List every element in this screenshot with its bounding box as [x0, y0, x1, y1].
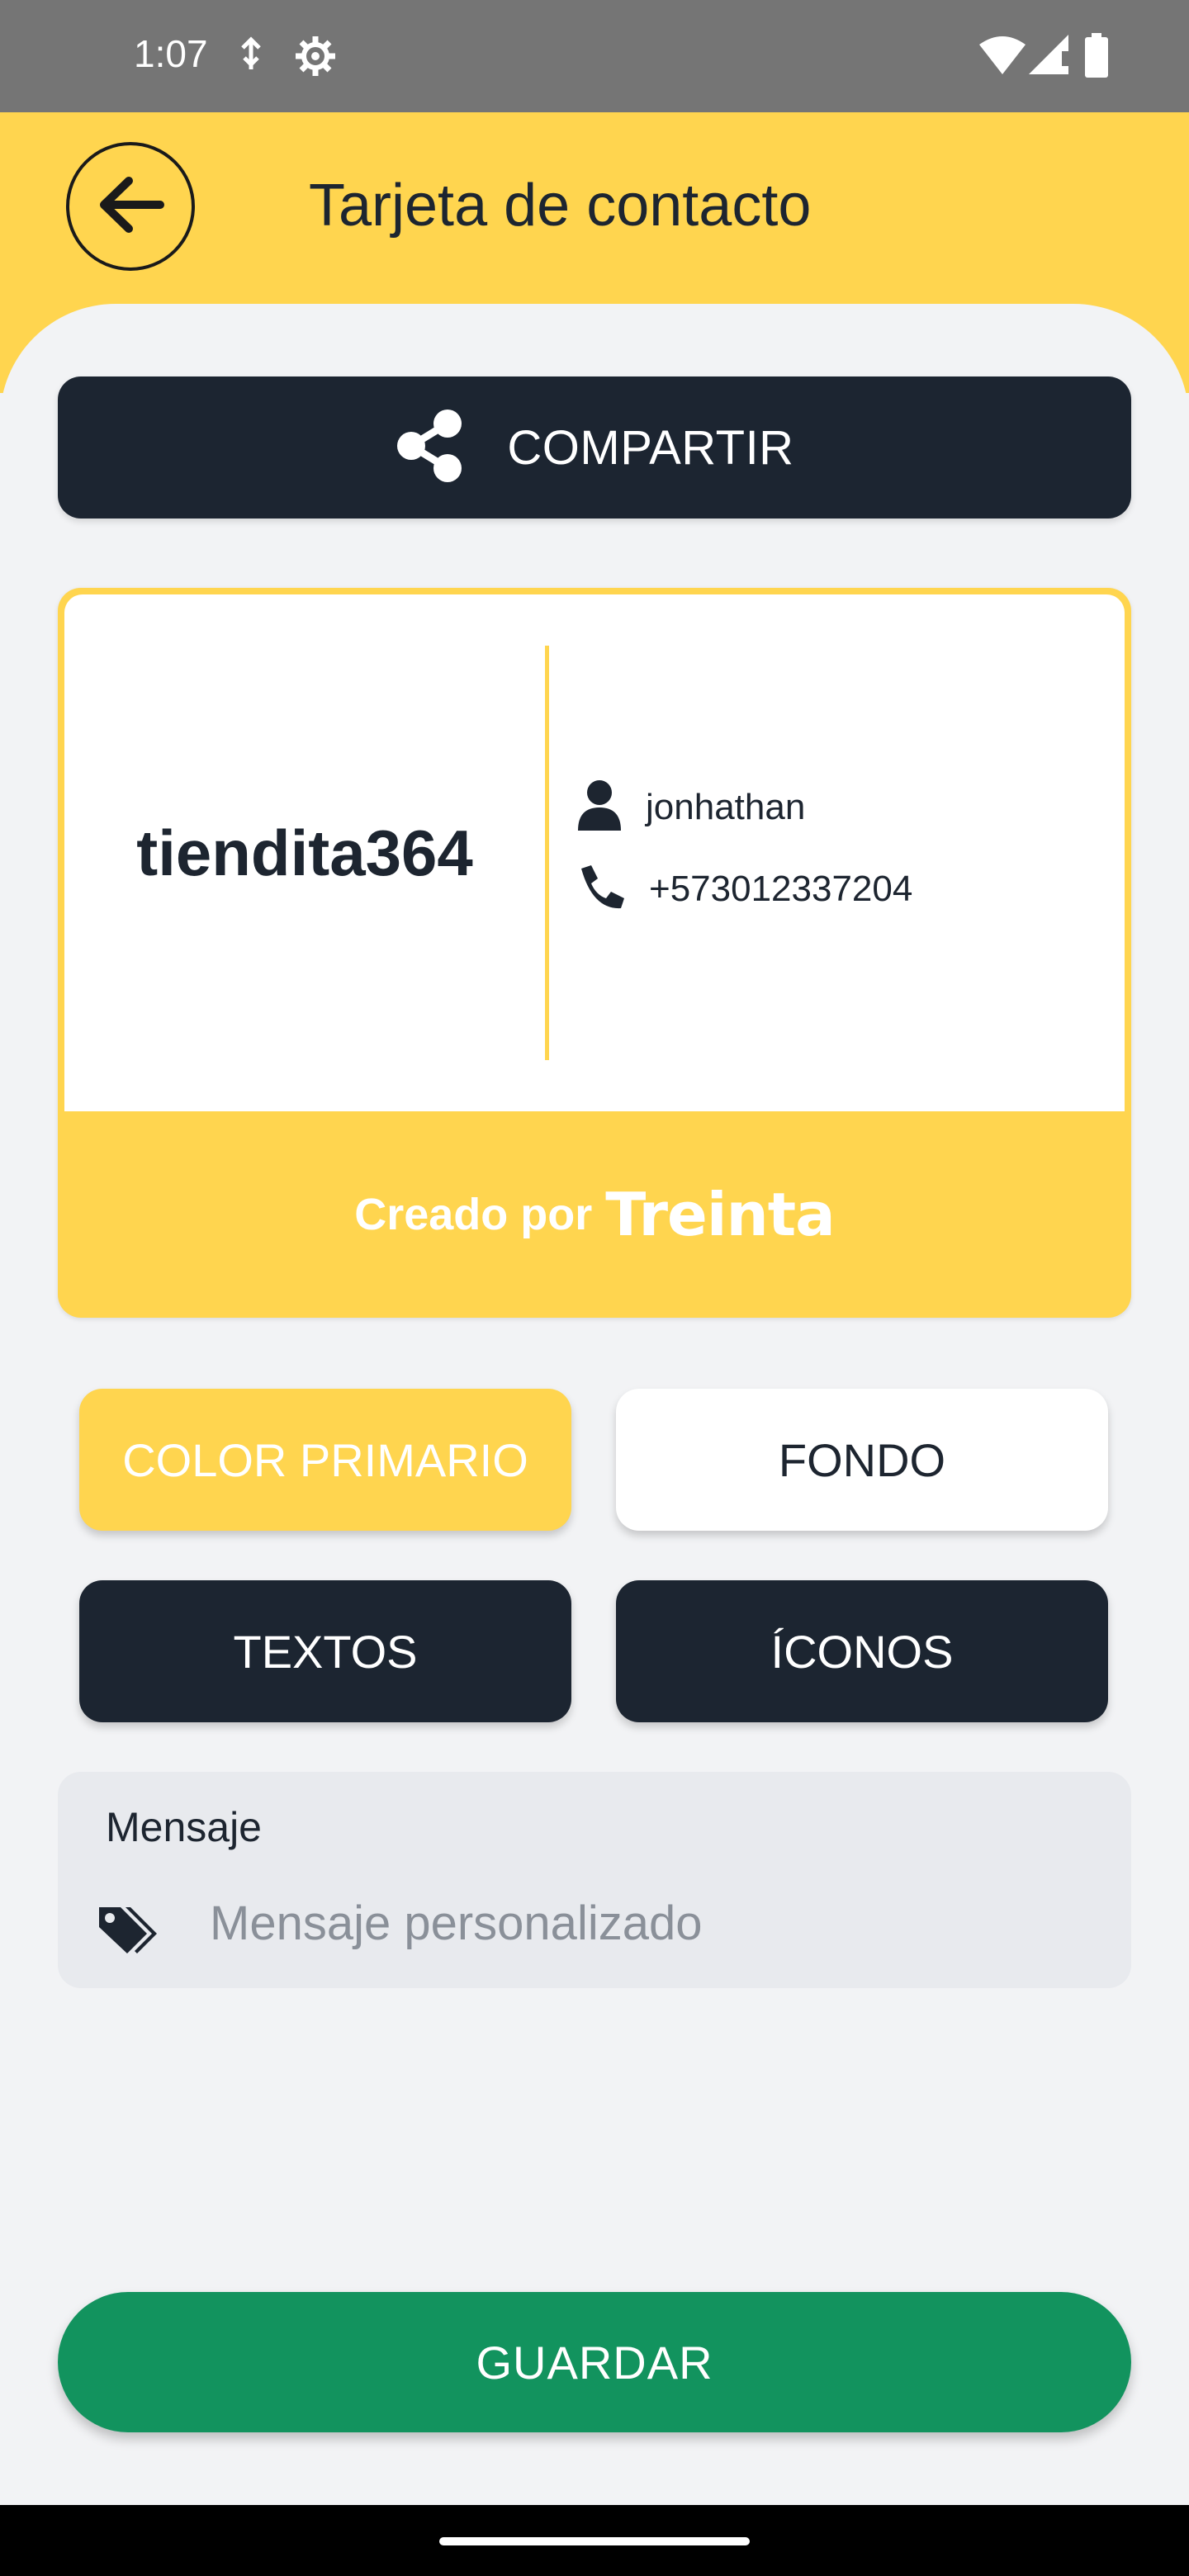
card-footer: Creado por Treinta	[58, 1111, 1131, 1318]
status-time: 1:07	[134, 32, 208, 75]
primary-color-button[interactable]: COLOR PRIMARIO	[79, 1389, 571, 1531]
page-title: Tarjeta de contacto	[309, 173, 812, 239]
status-bar: 1:07	[0, 0, 1189, 112]
footer-prefix: Creado por	[354, 1190, 593, 1239]
save-button[interactable]: GUARDAR	[58, 2292, 1131, 2432]
message-label: Mensaje	[106, 1804, 262, 1850]
signal-icon	[1029, 35, 1068, 78]
background-button[interactable]: FONDO	[616, 1389, 1108, 1531]
tags-icon	[96, 1904, 162, 1963]
share-button[interactable]: COMPARTIR	[58, 376, 1131, 519]
share-label: COMPARTIR	[507, 420, 794, 475]
phone-icon	[576, 862, 626, 916]
icons-button[interactable]: ÍCONOS	[616, 1580, 1108, 1722]
navigation-bar	[0, 2505, 1189, 2576]
contact-name: jonhathan	[646, 786, 806, 827]
battery-icon	[1085, 33, 1108, 82]
store-name: tiendita364	[136, 816, 473, 889]
contact-card-preview: tiendita364 jonhathan +573012337204 Crea…	[58, 588, 1131, 1318]
share-icon	[395, 409, 464, 487]
settings-icon	[294, 35, 337, 82]
person-icon	[576, 779, 623, 835]
home-handle[interactable]	[439, 2537, 750, 2545]
usb-debug-icon	[236, 36, 266, 80]
card-divider	[545, 646, 549, 1060]
wifi-icon	[979, 36, 1026, 78]
back-button[interactable]	[66, 142, 195, 271]
message-input[interactable]	[210, 1886, 1085, 1960]
texts-button[interactable]: TEXTOS	[79, 1580, 571, 1722]
brand-logo: Treinta	[605, 1180, 835, 1249]
contact-name-row: jonhathan	[576, 779, 805, 835]
contact-phone-row: +573012337204	[576, 862, 912, 916]
card-body: tiendita364 jonhathan +573012337204	[64, 594, 1125, 1111]
arrow-left-icon	[96, 176, 165, 238]
contact-phone: +573012337204	[649, 868, 913, 909]
message-field[interactable]: Mensaje	[58, 1772, 1131, 1988]
